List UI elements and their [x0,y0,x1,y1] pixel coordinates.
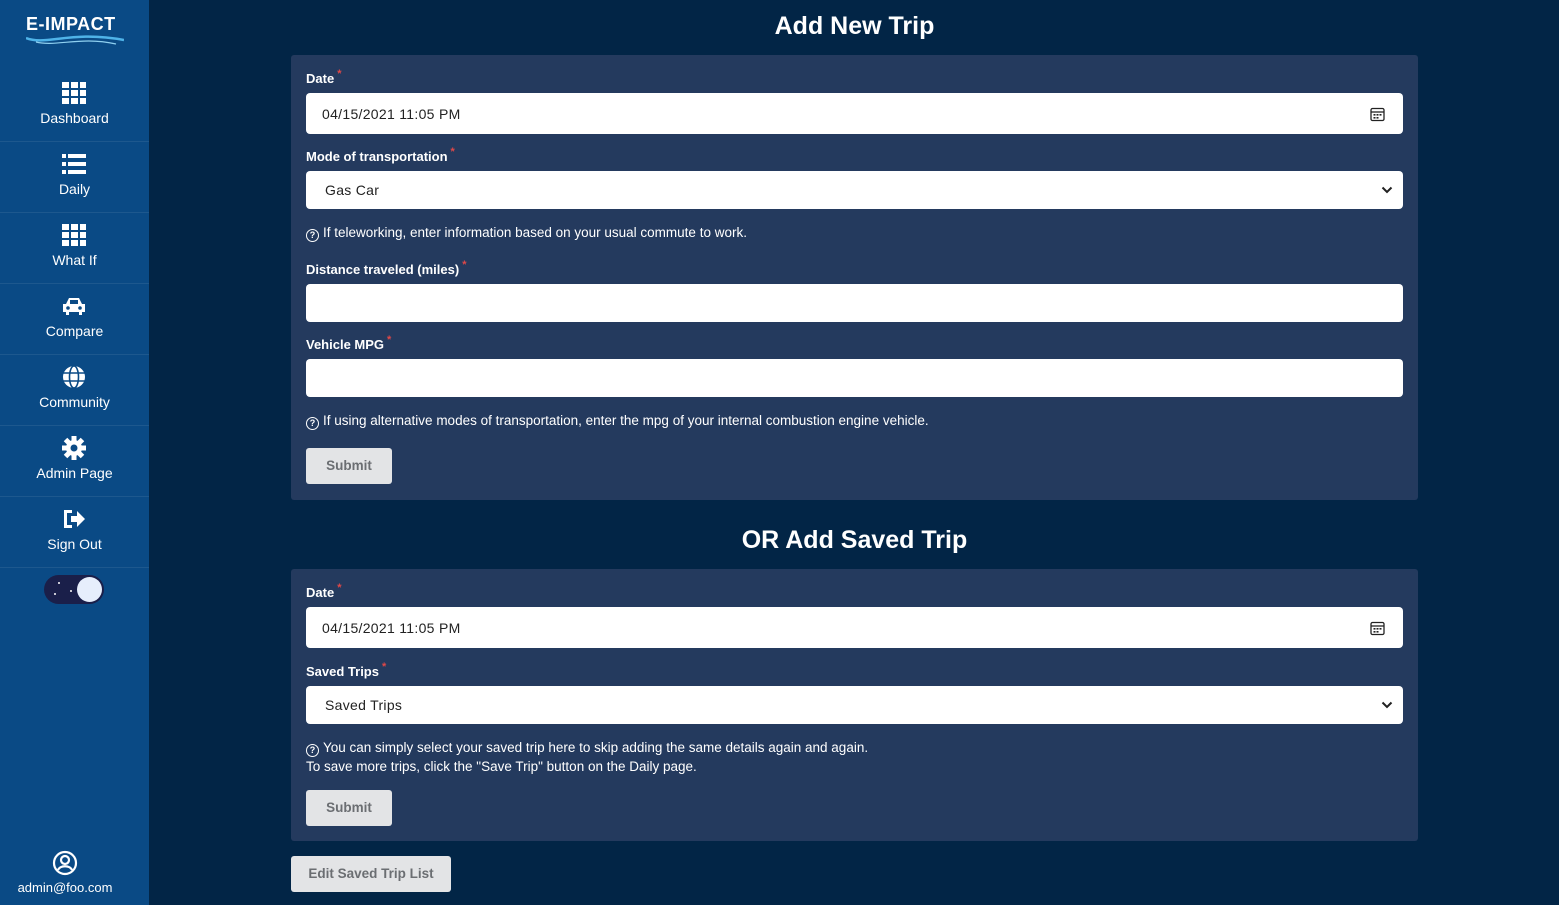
sidebar-item-label: Community [39,394,110,410]
list-icon [62,154,86,174]
date-input[interactable]: 04/15/2021 11:05 PM [306,93,1403,134]
required-mark: * [337,582,342,594]
sidebar: E-IMPACT Dashboard Daily What If Compare… [0,0,149,905]
submit-button[interactable]: Submit [306,448,392,484]
logo-wave-icon [26,35,124,45]
gear-icon [62,436,86,460]
mode-select[interactable]: Gas Car [306,171,1403,209]
star-icon [70,590,72,592]
saved-hint-line2: To save more trips, click the "Save Trip… [306,759,697,774]
distance-input[interactable] [306,284,1403,322]
telework-hint: ? If teleworking, enter information based… [306,223,747,242]
required-mark: * [462,259,467,271]
sidebar-item-label: Compare [45,323,104,339]
required-mark: * [337,68,342,80]
saved-trips-label-text: Saved Trips [306,664,379,679]
question-circle-icon: ? [306,229,319,242]
mpg-hint-text: If using alternative modes of transporta… [323,413,929,428]
saved-trips-label: Saved Trips * [306,661,387,679]
date-label-text: Date [306,71,335,86]
telework-hint-text: If teleworking, enter information based … [323,225,747,240]
sidebar-item-label: Daily [58,181,91,197]
sidebar-item-what-if[interactable]: What If [0,214,149,284]
sidebar-item-label: Dashboard [40,110,109,126]
mpg-label-text: Vehicle MPG [306,337,385,352]
question-circle-icon: ? [306,417,319,430]
dark-mode-toggle[interactable] [44,575,104,604]
section-title: OR Add Saved Trip [741,526,968,554]
globe-icon [63,365,85,389]
date-value: 04/15/2021 11:05 PM [322,619,461,636]
date-value: 04/15/2021 11:05 PM [322,105,461,122]
mpg-input[interactable] [306,359,1403,397]
chevron-down-icon [1381,186,1393,194]
user-email: admin@foo.com [17,880,113,895]
question-circle-icon: ? [306,744,319,757]
date-label: Date * [306,68,342,86]
date-label: Date * [306,582,342,600]
page-title: Add New Trip [774,12,935,40]
new-trip-panel: Date * 04/15/2021 11:05 PM Mode of transp… [291,55,1418,500]
sidebar-item-label: Sign Out [47,536,102,552]
sidebar-item-compare[interactable]: Compare [0,285,149,355]
sidebar-item-dashboard[interactable]: Dashboard [0,72,149,142]
sidebar-item-daily[interactable]: Daily [0,143,149,213]
sidebar-item-community[interactable]: Community [0,356,149,426]
mode-label-text: Mode of transportation [306,149,448,164]
sidebar-item-admin-page[interactable]: Admin Page [0,427,149,497]
saved-hint-line1: You can simply select your saved trip he… [323,740,869,755]
grid-icon [62,224,86,246]
user-circle-icon [52,850,78,876]
distance-label-text: Distance traveled (miles) [306,262,460,277]
mode-label: Mode of transportation * [306,146,455,164]
mode-value: Gas Car [325,182,380,198]
calendar-icon[interactable] [1370,620,1385,635]
mpg-label: Vehicle MPG * [306,334,392,352]
user-account[interactable]: admin@foo.com [0,848,149,898]
saved-trips-value: Saved Trips [325,697,403,713]
required-mark: * [387,334,392,346]
grid-icon [62,82,86,104]
distance-label: Distance traveled (miles) * [306,259,467,277]
required-mark: * [381,661,387,673]
star-icon [54,593,56,595]
sidebar-item-label: What If [52,252,97,268]
app-logo[interactable]: E-IMPACT [0,0,149,60]
saved-trip-panel: Date * 04/15/2021 11:05 PM Saved Trips * S… [291,569,1418,841]
calendar-icon[interactable] [1370,106,1385,121]
edit-saved-trip-list-button[interactable]: Edit Saved Trip List [291,856,451,892]
car-icon [63,298,85,315]
sign-out-icon [64,510,85,528]
saved-trip-hint: ? You can simply select your saved trip h… [306,738,868,776]
saved-submit-button[interactable]: Submit [306,790,392,826]
toggle-knob [77,577,102,602]
sidebar-item-sign-out[interactable]: Sign Out [0,498,149,568]
sidebar-item-label: Admin Page [36,465,113,481]
saved-trips-select[interactable]: Saved Trips [306,686,1403,724]
mpg-hint: ? If using alternative modes of transport… [306,411,929,430]
required-mark: * [450,146,455,158]
chevron-down-icon [1381,701,1393,709]
star-icon [58,582,60,584]
date-label-text: Date [306,585,335,600]
saved-date-input[interactable]: 04/15/2021 11:05 PM [306,607,1403,648]
